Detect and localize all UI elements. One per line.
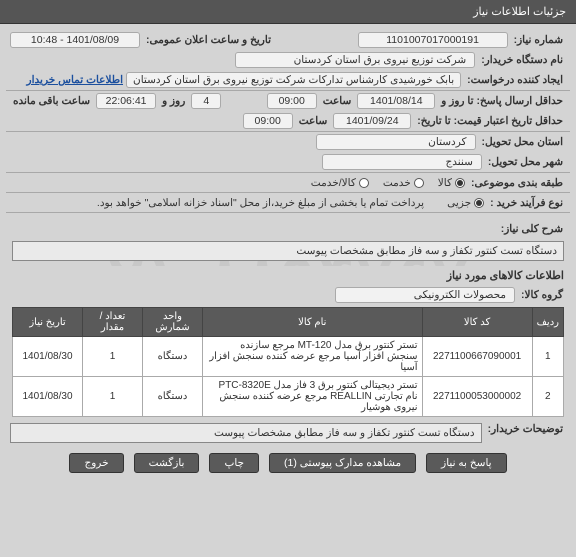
field-requester: بابک خورشیدی کارشناس تدارکات شرکت توزیع … [126,72,461,88]
row-city: شهر محل تحویل: سنندج [6,152,570,173]
main-content: شماره نیاز: 1101007017000191 تاریخ و ساع… [0,24,576,483]
items-section-title: اطلاعات کالاهای مورد نیاز [6,266,570,285]
radio-empty-icon [359,178,369,188]
label-valid: حداقل تاریخ اعتبار قیمت: تا تاریخ: [414,115,566,127]
label-remaining: ساعت باقی مانده [10,95,93,107]
field-deadline-time: 09:00 [267,93,317,109]
row-requester: ایجاد کننده درخواست: بابک خورشیدی کارشنا… [6,70,570,91]
label-need-no: شماره نیاز: [511,34,566,46]
field-deadline-date: 1401/08/14 [357,93,435,109]
row-purchase-type: نوع فرآیند خرید : جزیی پرداخت تمام یا بخ… [6,193,570,213]
cell-name: تستر دیجیتالی کنتور برق 3 فاز مدل PTC-83… [203,377,423,417]
field-valid-date: 1401/09/24 [333,113,411,129]
radio-goods[interactable]: کالا [438,177,465,189]
cell-date: 1401/08/30 [13,377,83,417]
row-buyer-org: نام دستگاه خریدار: شرکت توزیع نیروی برق … [6,50,570,70]
window-title: جزئیات اطلاعات نیاز [473,6,566,18]
table-row[interactable]: 1 2271100667090001 تستر کنتور برق مدل MT… [13,337,564,377]
label-saat1: ساعت [320,95,355,107]
label-announce-dt: تاریخ و ساعت اعلان عمومی: [143,34,274,46]
field-valid-time: 09:00 [243,113,293,129]
cell-unit: دستگاه [143,377,203,417]
cell-code: 2271100053000002 [422,377,532,417]
cell-name: تستر کنتور برق مدل MT-120 مرجع سازنده سن… [203,337,423,377]
label-province: استان محل تحویل: [479,136,566,148]
radio-empty-icon [414,178,424,188]
field-buyer-org: شرکت توزیع نیروی برق استان کردستان [235,52,475,68]
table-header-row: ردیف کد کالا نام کالا واحد شمارش تعداد /… [13,308,564,337]
row-category: طبقه بندی موضوعی: کالا خدمت کالا/خدمت [6,173,570,193]
items-table: ردیف کد کالا نام کالا واحد شمارش تعداد /… [12,307,564,417]
exit-button[interactable]: خروج [69,453,123,473]
row-deadline: حداقل ارسال پاسخ: تا روز و 1401/08/14 سا… [6,91,570,111]
row-need-no: شماره نیاز: 1101007017000191 تاریخ و ساع… [6,30,570,50]
table-row[interactable]: 2 2271100053000002 تستر دیجیتالی کنتور ب… [13,377,564,417]
radio-service[interactable]: خدمت [383,177,424,189]
label-purchase-type: نوع فرآیند خرید : [487,197,566,209]
button-row: پاسخ به نیاز مشاهده مدارک پیوستی (1) چاپ… [6,445,570,477]
label-city: شهر محل تحویل: [485,156,566,168]
th-idx: ردیف [532,308,563,337]
label-buyer-notes: توضیحات خریدار: [485,423,566,435]
field-time-left: 22:06:41 [96,93,156,109]
label-deadline: حداقل ارسال پاسخ: تا روز و [438,95,566,107]
back-button[interactable]: بازگشت [134,453,200,473]
label-category: طبقه بندی موضوعی: [468,177,566,189]
label-roz: روز و [159,95,188,107]
row-province: استان محل تحویل: کردستان [6,132,570,152]
cell-unit: دستگاه [143,337,203,377]
radio-both[interactable]: کالا/خدمت [311,177,369,189]
print-button[interactable]: چاپ [209,453,259,473]
row-valid: حداقل تاریخ اعتبار قیمت: تا تاریخ: 1401/… [6,111,570,132]
field-province: کردستان [316,134,476,150]
radio-dot-icon [455,178,465,188]
attachments-button[interactable]: مشاهده مدارک پیوستی (1) [269,453,416,473]
label-requester: ایجاد کننده درخواست: [464,74,566,86]
category-radios: کالا خدمت کالا/خدمت [311,177,465,189]
contact-buyer-link[interactable]: اطلاعات تماس خریدار [27,74,123,86]
cell-idx: 1 [532,337,563,377]
label-saat2: ساعت [296,115,331,127]
label-product-group: گروه کالا: [518,289,566,301]
reply-button[interactable]: پاسخ به نیاز [426,453,506,473]
row-general-desc-label: شرح کلی نیاز: [6,219,570,239]
row-buyer-notes: توضیحات خریدار: دستگاه تست کنتور تکفاز و… [6,421,570,445]
th-name: نام کالا [203,308,423,337]
th-date: تاریخ نیاز [13,308,83,337]
radio-dot-icon [474,198,484,208]
th-code: کد کالا [422,308,532,337]
cell-qty: 1 [83,377,143,417]
radio-partial[interactable]: جزیی [447,197,484,209]
th-qty: تعداد / مقدار [83,308,143,337]
label-general-desc: شرح کلی نیاز: [498,223,566,235]
cell-qty: 1 [83,337,143,377]
buyer-notes-box: دستگاه تست کنتور تکفاز و سه فاز مطابق مش… [10,423,482,443]
window-title-bar: جزئیات اطلاعات نیاز [0,0,576,24]
purchase-note: پرداخت تمام یا بخشی از مبلغ خرید،از محل … [97,197,444,209]
cell-idx: 2 [532,377,563,417]
th-unit: واحد شمارش [143,308,203,337]
general-desc-box: دستگاه تست کنتور تکفاز و سه فاز مطابق مش… [12,241,564,261]
field-need-no: 1101007017000191 [358,32,508,48]
row-product-group: گروه کالا: محصولات الکترونیکی [6,285,570,305]
field-announce-dt: 1401/08/09 - 10:48 [10,32,140,48]
cell-code: 2271100667090001 [422,337,532,377]
field-city: سنندج [322,154,482,170]
field-product-group: محصولات الکترونیکی [335,287,515,303]
label-buyer-org: نام دستگاه خریدار: [478,54,566,66]
field-days-left: 4 [191,93,221,109]
cell-date: 1401/08/30 [13,337,83,377]
